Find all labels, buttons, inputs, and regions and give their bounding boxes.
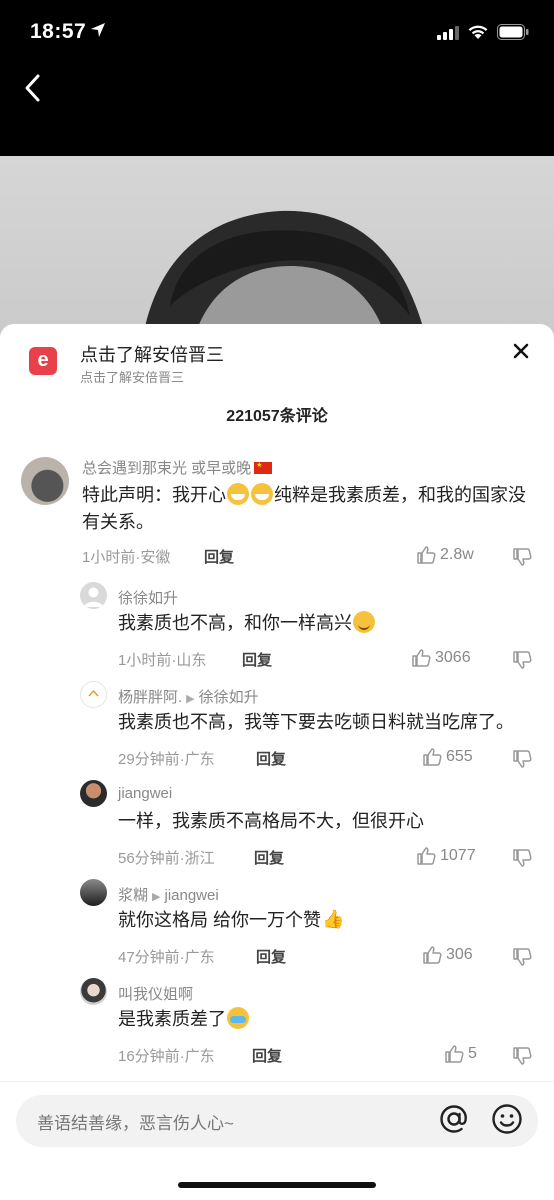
comment-text: 一样，我素质不高格局不大，但很开心 — [118, 811, 424, 831]
avatar-image — [88, 689, 99, 697]
reply-button[interactable]: 回复 — [256, 748, 286, 769]
comment-text: 特此声明：我开心 纯粹是我素质差，和我的国家没有关系。 — [82, 483, 526, 532]
reply-button[interactable]: 回复 — [254, 847, 284, 868]
thumbs-down-icon[interactable] — [512, 650, 532, 670]
comment-meta: 1小时前·山东 — [118, 652, 207, 669]
avatar[interactable] — [80, 879, 107, 906]
comment-text: 我素质也不高，我等下要去吃顿日料就当吃席了。 — [118, 712, 514, 732]
avatar[interactable] — [21, 457, 69, 505]
comment-meta: 1小时前·安徽 — [82, 549, 171, 566]
default-avatar-icon — [84, 587, 103, 607]
wifi-icon — [468, 25, 488, 39]
sheet-subtitle: 点击了解安倍晋三 — [80, 370, 185, 385]
chevron-left-icon[interactable] — [16, 70, 52, 106]
like-button[interactable]: 3066 — [411, 648, 471, 668]
comment-input-placeholder: 善语结善缘，恶言伤人心~ — [37, 1114, 234, 1133]
comment-count: 221057条评论 — [226, 408, 328, 425]
status-bar: 18:57 — [0, 0, 554, 64]
sheet-title[interactable]: 点击了解安倍晋三 — [80, 341, 224, 367]
app-logo: e — [29, 347, 57, 375]
comment-username[interactable]: jiangwei — [118, 785, 172, 802]
avatar[interactable] — [80, 582, 107, 609]
comment-meta: 29分钟前·广东 — [118, 751, 215, 768]
thumbs-down-icon[interactable] — [512, 547, 532, 567]
comment-username[interactable]: 徐徐如升 — [118, 587, 178, 608]
reply-button[interactable]: 回复 — [204, 546, 234, 567]
comment-username[interactable]: 浆糊 ▶ jiangwei — [118, 884, 219, 905]
comment-meta: 16分钟前·广东 — [118, 1048, 215, 1065]
comment-text: 就你这格局 给你一万个赞 — [118, 906, 345, 934]
thumbs-up-icon — [417, 847, 436, 865]
thumbs-down-icon[interactable] — [512, 1046, 532, 1066]
grinning-emoji-icon — [227, 483, 249, 505]
comment-text: 我素质也不高，和你一样高兴 — [118, 610, 376, 637]
avatar[interactable] — [80, 978, 107, 1005]
reply-to-arrow-icon: ▶ — [186, 693, 195, 705]
like-button[interactable]: 306 — [422, 945, 473, 965]
close-icon[interactable] — [510, 340, 532, 362]
like-button[interactable]: 5 — [444, 1044, 477, 1064]
comment-username[interactable]: 总会遇到那束光 或早或晚 — [82, 457, 273, 478]
reply-button[interactable]: 回复 — [242, 649, 272, 670]
avatar[interactable] — [80, 681, 107, 708]
thumbs-down-icon[interactable] — [512, 749, 532, 769]
battery-icon — [497, 24, 529, 40]
status-time: 18:57 — [30, 20, 87, 43]
comment-meta: 47分钟前·广东 — [118, 949, 215, 966]
cellular-signal-icon — [437, 26, 459, 40]
reply-to-arrow-icon: ▶ — [152, 891, 161, 903]
thumbs-up-icon — [412, 649, 431, 667]
like-button[interactable]: 655 — [422, 747, 473, 767]
reply-button[interactable]: 回复 — [256, 946, 286, 967]
comment-text: 是我素质差了 — [118, 1006, 250, 1033]
like-button[interactable]: 2.8w — [416, 545, 474, 565]
comment-meta: 56分钟前·浙江 — [118, 850, 215, 867]
location-arrow-icon — [91, 23, 105, 37]
comment-username[interactable]: 叫我仪姐啊 — [118, 983, 193, 1004]
crying-laughing-emoji-icon — [227, 1007, 249, 1029]
thumbs-up-emoji-icon — [322, 906, 344, 933]
smiling-emoji-icon — [353, 611, 375, 633]
thumbs-up-icon — [423, 748, 442, 766]
reply-button[interactable]: 回复 — [252, 1045, 282, 1066]
home-indicator[interactable] — [178, 1182, 376, 1188]
thumbs-down-icon[interactable] — [512, 848, 532, 868]
like-button[interactable]: 1077 — [416, 846, 476, 866]
comment-username[interactable]: 杨胖胖阿. ▶ 徐徐如升 — [118, 686, 259, 707]
at-icon[interactable] — [437, 1102, 471, 1136]
grinning-emoji-icon — [251, 483, 273, 505]
smiley-icon[interactable] — [490, 1102, 524, 1136]
thumbs-up-icon — [423, 946, 442, 964]
thumbs-down-icon[interactable] — [512, 947, 532, 967]
avatar[interactable] — [80, 780, 107, 807]
thumbs-up-icon — [445, 1045, 464, 1063]
thumbs-up-icon — [417, 546, 436, 564]
china-flag-icon — [254, 462, 273, 474]
